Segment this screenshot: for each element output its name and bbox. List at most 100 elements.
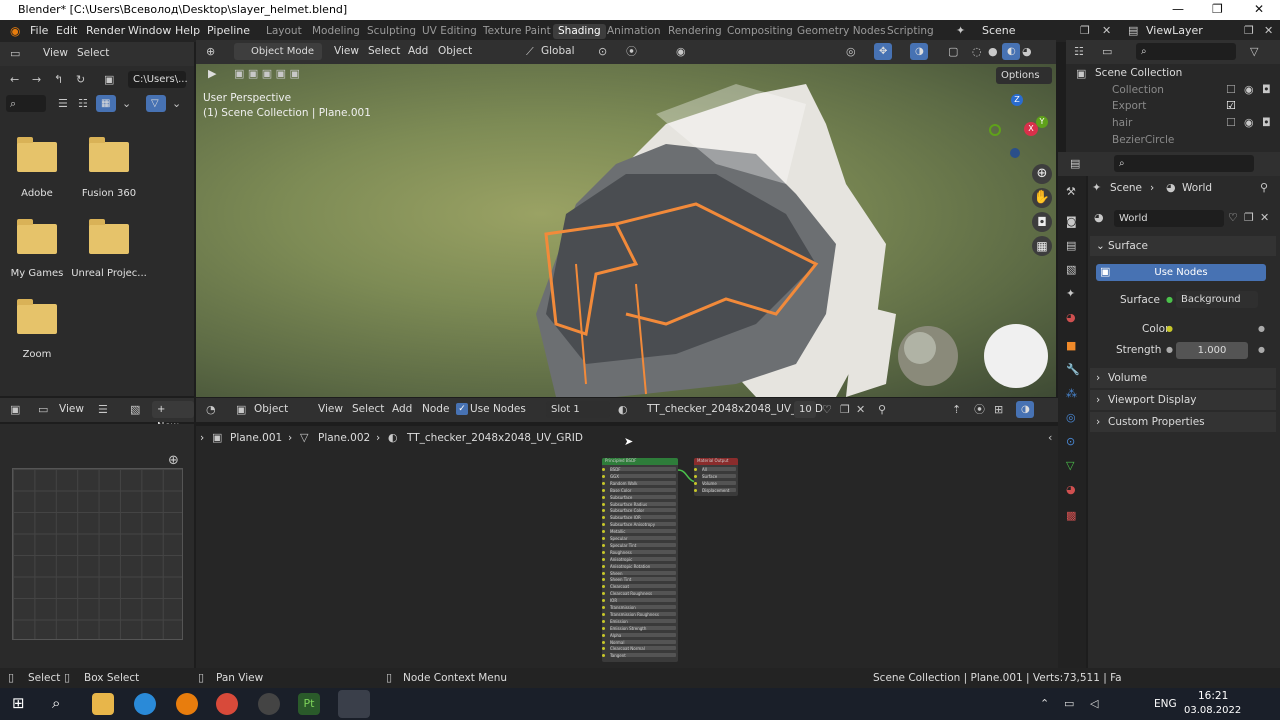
fake-user-icon[interactable]: ♡ — [822, 404, 832, 415]
zoom-icon[interactable]: ⊕ — [1032, 164, 1052, 184]
socket-dot[interactable] — [694, 468, 697, 471]
edge-browser-icon[interactable] — [134, 693, 156, 715]
material-tab-icon[interactable]: ◕ — [1066, 484, 1076, 495]
scene-tab-icon[interactable]: ✦ — [1066, 288, 1075, 299]
volume-panel-header[interactable]: › Volume — [1090, 368, 1276, 388]
viewport-add-menu[interactable]: Add — [408, 45, 428, 57]
proportional-icon[interactable]: ◉ — [676, 46, 686, 57]
helmet-model[interactable] — [196, 64, 1056, 397]
socket-dot[interactable] — [694, 474, 697, 478]
tab-modeling[interactable]: Modeling — [312, 25, 360, 37]
outliner-root[interactable]: Scene Collection — [1095, 67, 1182, 79]
copy-icon[interactable]: ❐ — [1244, 212, 1254, 223]
orientation-selector[interactable]: Global — [541, 45, 575, 57]
editor-type-icon[interactable]: ▣ — [10, 404, 20, 415]
snap-mode-icon[interactable]: ⊞ — [994, 404, 1003, 415]
properties-search-field[interactable]: ⌕ — [1114, 155, 1254, 172]
custom-properties-panel-header[interactable]: › Custom Properties — [1090, 412, 1276, 432]
zoom-icon[interactable]: ⊕ — [168, 454, 179, 467]
substance-painter-icon[interactable]: Pt — [298, 693, 320, 715]
file-view-menu[interactable]: View — [43, 47, 68, 59]
new-image-button[interactable]: + New — [152, 401, 194, 432]
parent-node-icon[interactable]: ⇡ — [952, 404, 961, 415]
data-tab-icon[interactable]: ▽ — [1066, 460, 1074, 471]
exclude-checkbox[interactable]: ☐ — [1226, 117, 1236, 128]
physics-tab-icon[interactable]: ◎ — [1066, 412, 1076, 423]
uv-view-menu[interactable]: View — [59, 403, 84, 415]
viewport-select-menu[interactable]: Select — [368, 45, 400, 57]
material-users-count[interactable]: 10 — [794, 401, 816, 418]
socket-dot[interactable] — [694, 488, 697, 492]
parent-dir-icon[interactable]: ↰ — [54, 74, 63, 85]
forward-arrow-icon[interactable]: → — [32, 74, 41, 85]
axis-neg-y-icon[interactable] — [989, 124, 1001, 136]
thumbnail-view-button[interactable]: ▦ — [96, 95, 116, 112]
breadcrumb-scene[interactable]: Scene — [1110, 182, 1142, 194]
folder-label[interactable]: Fusion 360 — [69, 188, 149, 199]
path-field[interactable]: C:\Users\... — [128, 71, 188, 88]
overlay-toggle[interactable]: ◑ — [1016, 401, 1034, 418]
menu-pipeline[interactable]: Pipeline — [207, 24, 250, 37]
search-icon[interactable]: ⌕ — [52, 696, 60, 711]
surface-shader-selector[interactable]: Background — [1176, 291, 1258, 308]
tab-scripting[interactable]: Scripting — [887, 25, 934, 37]
view-layer-tab-icon[interactable]: ▧ — [1066, 264, 1076, 275]
use-nodes-checkbox[interactable]: ✓ — [456, 403, 468, 415]
editor-type-icon[interactable]: ◔ — [206, 404, 216, 415]
folder-icon[interactable] — [17, 299, 57, 334]
file-explorer-icon[interactable] — [92, 693, 114, 715]
chevron-down-icon[interactable]: ⌄ — [122, 98, 131, 109]
folder-label[interactable]: Zoom — [0, 349, 77, 360]
close-small-icon-2[interactable]: ✕ — [1264, 25, 1273, 36]
menu-render[interactable]: Render — [86, 24, 125, 37]
node-socket-row[interactable]: All — [694, 467, 736, 472]
axis-z-icon[interactable]: Z — [1011, 94, 1023, 106]
menu-window[interactable]: Window — [128, 24, 171, 37]
image-icon[interactable]: ▧ — [130, 404, 140, 415]
world-name-field[interactable]: World — [1114, 210, 1224, 227]
fake-user-icon[interactable]: ♡ — [1228, 212, 1238, 223]
clock-time[interactable]: 16:21 — [1198, 690, 1228, 702]
tab-texture-paint[interactable]: Texture Paint — [483, 25, 551, 37]
copy-icon[interactable]: ❐ — [840, 404, 850, 415]
viewport-view-menu[interactable]: View — [334, 45, 359, 57]
windows-start-icon[interactable]: ⊞ — [12, 696, 25, 711]
tab-layout[interactable]: Layout — [266, 25, 302, 37]
node-socket-row[interactable]: Displacement — [694, 487, 736, 493]
chevron-down-icon-2[interactable]: ⌄ — [172, 98, 181, 109]
folder-icon[interactable] — [89, 137, 129, 172]
eye-icon[interactable]: ◉ — [1244, 84, 1254, 95]
refresh-icon[interactable]: ↻ — [76, 74, 85, 85]
uv-grid[interactable] — [12, 468, 183, 640]
visibility-icon[interactable]: ◎ — [846, 46, 856, 57]
exclude-checkbox[interactable]: ☑ — [1226, 100, 1236, 111]
language-indicator[interactable]: ENG — [1154, 698, 1177, 710]
rendered-shading-icon[interactable]: ◕ — [1022, 46, 1032, 57]
strength-field[interactable]: 1.000 — [1176, 342, 1248, 359]
tab-shading[interactable]: Shading — [553, 24, 606, 39]
output-tab-icon[interactable]: ▤ — [1066, 240, 1076, 251]
menu-file[interactable]: File — [30, 24, 48, 37]
axis-x-icon[interactable]: X — [1024, 122, 1038, 136]
surface-panel-header[interactable]: ⌄ Surface — [1090, 236, 1276, 256]
copy-icon[interactable]: ❐ — [1080, 25, 1090, 36]
eye-icon[interactable]: ◉ — [1244, 117, 1254, 128]
folder-label[interactable]: My Games — [0, 268, 77, 279]
clock-date[interactable]: 03.08.2022 — [1184, 705, 1241, 716]
blender-active-icon[interactable] — [338, 690, 370, 718]
blender-app-icon[interactable] — [176, 693, 198, 715]
obs-icon[interactable] — [258, 693, 280, 715]
pin-icon[interactable]: ⚲ — [1260, 182, 1268, 193]
camera-icon[interactable]: ◘ — [1032, 212, 1052, 232]
viewport-display-panel-header[interactable]: › Viewport Display — [1090, 390, 1276, 410]
outliner-item[interactable]: Collection — [1112, 84, 1164, 96]
node-editor-canvas[interactable]: › ▣ Plane.001 › ▽ Plane.002 › ◐ TT_check… — [196, 426, 1058, 668]
tab-sculpting[interactable]: Sculpting — [367, 25, 416, 37]
axis-y-icon[interactable]: Y — [1036, 116, 1048, 128]
menu-edit[interactable]: Edit — [56, 24, 77, 37]
folder-icon[interactable] — [17, 219, 57, 254]
tab-uv-editing[interactable]: UV Editing — [422, 25, 477, 37]
outliner-item[interactable]: hair — [1112, 117, 1132, 129]
tool-tab-icon[interactable]: ⚒ — [1066, 186, 1076, 197]
exclude-checkbox[interactable]: ☐ — [1226, 84, 1236, 95]
